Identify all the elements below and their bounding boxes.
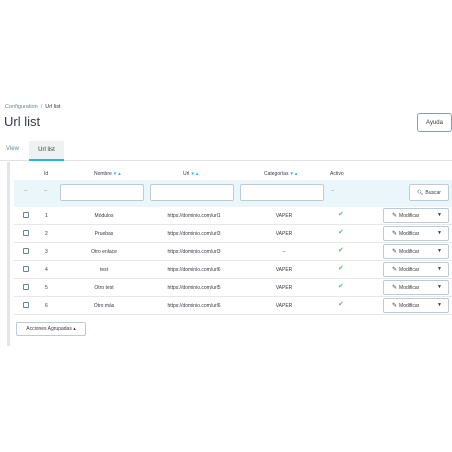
chevron-down-icon[interactable]: ▼ — [437, 266, 442, 272]
cell-url: https://dominio.com/url3 — [167, 231, 221, 237]
breadcrumb-separator: / — [40, 104, 43, 110]
tab-url-list[interactable]: Url list — [29, 141, 64, 161]
row-checkbox[interactable] — [23, 266, 29, 272]
active-check-icon[interactable]: ✔ — [338, 246, 344, 254]
cell-categorias: VAPER — [275, 231, 293, 237]
cell-url: https://dominio.com/url3 — [167, 249, 221, 255]
filter-id-placeholder: -- — [44, 188, 48, 194]
header-url[interactable]: Url▼▲ — [183, 171, 199, 177]
chevron-down-icon[interactable]: ▼ — [437, 302, 442, 308]
cell-nombre: Módulos — [94, 213, 114, 219]
table-row: 5 Otro test https://dominio.com/url5 VAP… — [14, 279, 452, 297]
pencil-icon: ✎ — [392, 303, 398, 309]
pencil-icon: ✎ — [392, 231, 398, 237]
pencil-icon: ✎ — [392, 285, 398, 291]
search-icon: 🔍︎ — [417, 189, 424, 196]
chevron-down-icon[interactable]: ▼ — [437, 284, 442, 290]
modify-button-label: Modificar — [399, 248, 420, 255]
table-row: 2 Pruebas https://dominio.com/url3 VAPER… — [14, 225, 452, 243]
breadcrumb-parent[interactable]: Configuration — [5, 104, 38, 110]
row-checkbox[interactable] — [23, 284, 29, 290]
help-button[interactable]: Ayuda — [417, 113, 452, 132]
header-url-label: Url — [183, 171, 190, 177]
modify-button[interactable]: ✎ Modificar ▼ — [383, 262, 449, 277]
header-categorias[interactable]: Categorías▼▲ — [264, 171, 298, 177]
cell-id: 4 — [45, 267, 48, 273]
pencil-icon: ✎ — [392, 249, 398, 255]
modify-button[interactable]: ✎ Modificar ▼ — [383, 208, 449, 223]
breadcrumb: Configuration / Url list — [5, 104, 61, 110]
table-row: 6 Otro más https://dominio.com/url6 VAPE… — [14, 297, 452, 315]
cell-categorias: VAPER — [275, 213, 293, 219]
table-row: 4 test https://dominio.com/url6 VAPER ✔ … — [14, 261, 452, 279]
modify-button[interactable]: ✎ Modificar ▼ — [383, 280, 449, 295]
bulk-actions-button[interactable]: Acciones Agrupadas ▴ — [16, 322, 86, 336]
cell-id: 1 — [45, 213, 48, 219]
cell-id: 3 — [45, 249, 48, 255]
filter-checkbox-placeholder: -- — [24, 188, 28, 194]
page-title: Url list — [4, 114, 41, 129]
tab-bar: View Url list — [0, 141, 452, 161]
header-nombre-label: Nombre — [94, 171, 112, 177]
cell-categorias: VAPER — [275, 267, 293, 273]
header-nombre[interactable]: Nombre▼▲ — [94, 171, 122, 177]
filter-row: -- -- -- 🔍︎ Buscar — [14, 180, 452, 207]
active-check-icon[interactable]: ✔ — [338, 300, 344, 308]
cell-id: 5 — [45, 285, 48, 291]
modify-button[interactable]: ✎ Modificar ▼ — [383, 226, 449, 241]
modify-button[interactable]: ✎ Modificar ▼ — [383, 244, 449, 259]
chevron-down-icon[interactable]: ▼ — [437, 212, 442, 218]
sort-arrows-icon[interactable]: ▼▲ — [190, 171, 199, 176]
modify-button-label: Modificar — [399, 230, 420, 237]
active-check-icon[interactable]: ✔ — [338, 228, 344, 236]
cell-categorias: VAPER — [275, 285, 293, 291]
active-check-icon[interactable]: ✔ — [338, 282, 344, 290]
cell-id: 2 — [45, 231, 48, 237]
row-checkbox[interactable] — [23, 212, 29, 218]
cell-url: https://dominio.com/url6 — [167, 303, 221, 309]
table-header: Id Nombre▼▲ Url▼▲ Categorías▼▲ Activo — [10, 162, 452, 180]
pencil-icon: ✎ — [392, 267, 398, 273]
filter-activo-placeholder: -- — [331, 188, 335, 194]
pencil-icon: ✎ — [392, 213, 398, 219]
chevron-down-icon[interactable]: ▼ — [437, 230, 442, 236]
row-checkbox[interactable] — [23, 230, 29, 236]
filter-nombre-input[interactable] — [60, 184, 144, 201]
cell-nombre: Otro test — [94, 285, 114, 291]
row-checkbox[interactable] — [23, 248, 29, 254]
cell-categorias: -- — [282, 249, 286, 255]
table-row: 3 Otro enlace https://dominio.com/url3 -… — [14, 243, 452, 261]
cell-nombre: Pruebas — [94, 231, 114, 237]
cell-nombre: test — [99, 267, 109, 273]
filter-url-input[interactable] — [150, 184, 234, 201]
cell-url: https://dominio.com/url5 — [167, 285, 221, 291]
cell-url: https://dominio.com/url1 — [167, 213, 221, 219]
sort-arrows-icon[interactable]: ▼▲ — [289, 171, 298, 176]
cell-id: 6 — [45, 303, 48, 309]
modify-button-label: Modificar — [399, 212, 420, 219]
filter-categorias-input[interactable] — [240, 184, 324, 201]
active-check-icon[interactable]: ✔ — [338, 264, 344, 272]
url-list-panel: Id Nombre▼▲ Url▼▲ Categorías▼▲ Activo --… — [7, 162, 452, 346]
header-categorias-label: Categorías — [264, 171, 289, 177]
header-id: Id — [44, 171, 49, 177]
modify-button-label: Modificar — [399, 302, 420, 309]
modify-button-label: Modificar — [399, 284, 420, 291]
table-row: 1 Módulos https://dominio.com/url1 VAPER… — [14, 207, 452, 225]
cell-url: https://dominio.com/url6 — [167, 267, 221, 273]
search-button[interactable]: 🔍︎ Buscar — [409, 184, 449, 201]
modify-button-label: Modificar — [399, 266, 420, 273]
chevron-down-icon[interactable]: ▼ — [437, 248, 442, 254]
header-activo: Activo — [330, 171, 344, 177]
breadcrumb-current: Url list — [45, 104, 61, 110]
cell-categorias: VAPER — [275, 303, 293, 309]
modify-button[interactable]: ✎ Modificar ▼ — [383, 298, 449, 313]
row-checkbox[interactable] — [23, 302, 29, 308]
cell-nombre: Otro enlace — [91, 249, 117, 255]
cell-nombre: Otro más — [93, 303, 115, 309]
tab-view[interactable]: View — [6, 146, 19, 152]
search-button-label: Buscar — [425, 189, 441, 196]
active-check-icon[interactable]: ✔ — [338, 210, 344, 218]
sort-arrows-icon[interactable]: ▼▲ — [113, 171, 122, 176]
